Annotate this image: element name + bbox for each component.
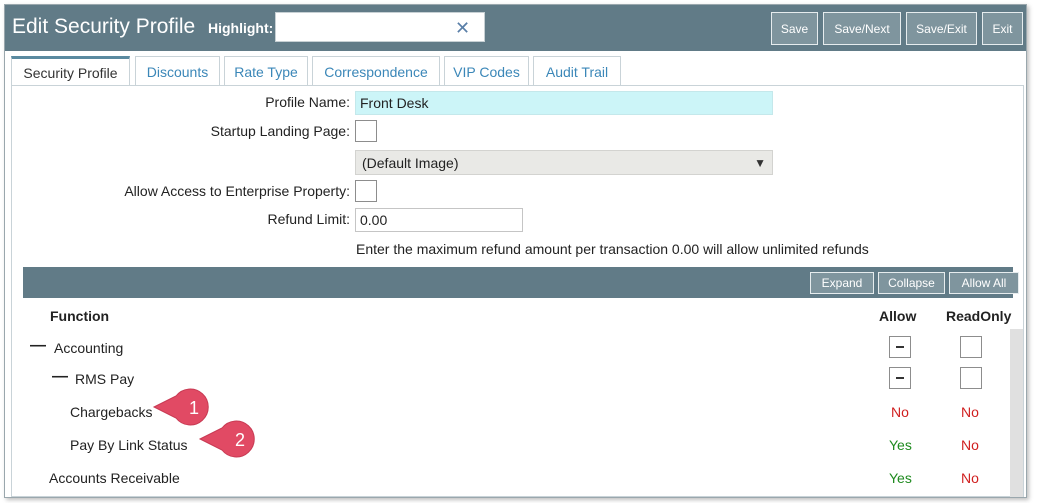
save-next-button[interactable]: Save/Next: [823, 12, 901, 45]
accounting-allow-checkbox[interactable]: [889, 336, 911, 358]
grid-row-rms-pay: RMS Pay: [75, 371, 135, 387]
rms-pay-readonly-checkbox[interactable]: [960, 367, 982, 389]
collapse-accounting-icon[interactable]: —: [30, 337, 46, 355]
expand-button[interactable]: Expand: [810, 272, 874, 294]
grid-row-accounting: Accounting: [54, 340, 124, 356]
function-column-header: Function: [50, 308, 110, 324]
chargebacks-readonly-value[interactable]: No: [961, 404, 979, 420]
grid-scrollbar[interactable]: [1010, 329, 1023, 497]
landing-page-select-value: (Default Image): [362, 154, 459, 171]
callout-1-label: 1: [189, 398, 199, 418]
tab-vip-codes[interactable]: VIP Codes: [444, 56, 529, 86]
tab-correspondence[interactable]: Correspondence: [312, 56, 440, 86]
accounts-receivable-readonly-value[interactable]: No: [961, 470, 979, 486]
allow-column-header: Allow: [879, 308, 917, 324]
title-bar: Edit Security Profile Highlight: ✕ Save …: [5, 5, 1026, 51]
accounts-receivable-allow-value[interactable]: Yes: [889, 470, 912, 486]
tab-content: Profile Name: Front Desk Startup Landing…: [11, 85, 1024, 497]
refund-limit-input[interactable]: 0.00: [355, 208, 523, 232]
accounting-readonly-checkbox[interactable]: [960, 336, 982, 358]
grid-row-accounts-receivable: Accounts Receivable: [49, 470, 180, 486]
rms-pay-allow-checkbox[interactable]: [889, 367, 911, 389]
chargebacks-allow-value[interactable]: No: [891, 404, 909, 420]
tab-rate-type[interactable]: Rate Type: [224, 56, 308, 86]
landing-page-select[interactable]: (Default Image) ▼: [355, 150, 773, 175]
highlight-input[interactable]: [275, 12, 485, 42]
startup-landing-page-label: Startup Landing Page:: [210, 123, 350, 139]
refund-limit-label: Refund Limit:: [267, 211, 350, 227]
close-icon[interactable]: ✕: [455, 19, 470, 37]
callout-2-label: 2: [235, 430, 245, 450]
page-title: Edit Security Profile: [12, 15, 196, 38]
profile-name-label: Profile Name:: [265, 94, 350, 110]
tab-audit-trail[interactable]: Audit Trail: [533, 56, 621, 86]
enterprise-access-checkbox[interactable]: [355, 180, 377, 202]
save-button[interactable]: Save: [771, 12, 818, 45]
callout-2-marker: 2: [198, 420, 255, 458]
grid-row-pay-by-link-status: Pay By Link Status: [70, 437, 188, 453]
highlight-label: Highlight:: [208, 20, 274, 36]
collapse-button[interactable]: Collapse: [878, 272, 945, 294]
allow-all-button[interactable]: Allow All: [949, 272, 1019, 294]
enterprise-access-label: Allow Access to Enterprise Property:: [124, 183, 350, 199]
exit-button[interactable]: Exit: [982, 12, 1023, 45]
pay-by-link-readonly-value[interactable]: No: [961, 437, 979, 453]
grid-row-chargebacks: Chargebacks: [70, 404, 153, 420]
save-exit-button[interactable]: Save/Exit: [906, 12, 977, 45]
refund-hint: Enter the maximum refund amount per tran…: [356, 241, 869, 257]
collapse-rms-pay-icon[interactable]: —: [52, 368, 68, 386]
tab-discounts[interactable]: Discounts: [135, 56, 220, 86]
grid-toolbar: Expand Collapse Allow All: [23, 267, 1019, 298]
readonly-column-header: ReadOnly: [946, 308, 1012, 324]
tab-security-profile[interactable]: Security Profile: [11, 56, 130, 86]
pay-by-link-allow-value[interactable]: Yes: [889, 437, 912, 453]
startup-landing-page-checkbox[interactable]: [355, 120, 377, 142]
profile-name-input[interactable]: Front Desk: [355, 91, 773, 115]
chevron-down-icon: ▼: [754, 156, 766, 170]
